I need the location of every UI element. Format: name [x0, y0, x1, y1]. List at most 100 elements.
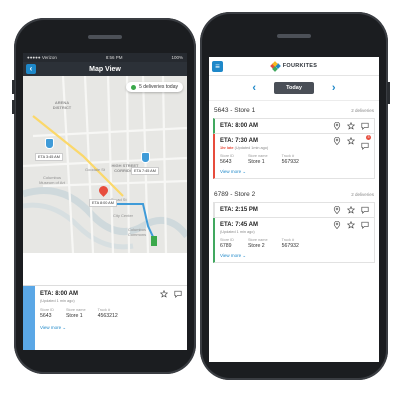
field-value: Store 1: [247, 159, 265, 165]
message-icon[interactable]: [361, 206, 369, 214]
view-more-link[interactable]: View more ⌄: [220, 253, 369, 259]
brand-name: FOURKITES: [282, 63, 318, 69]
message-icon[interactable]: [174, 290, 182, 298]
today-button[interactable]: Today: [274, 82, 314, 94]
card-fields: Store ID 5643 Store name Store 1 Truck #45…: [40, 308, 182, 319]
fourkites-logo-icon: [269, 60, 281, 72]
field-value: 5643: [40, 313, 52, 319]
view-more-link[interactable]: View more ⌄: [220, 169, 369, 175]
star-icon[interactable]: [347, 221, 355, 229]
field-label: Truck #: [97, 308, 111, 312]
field-value: 4563212: [97, 313, 118, 319]
field-label: Store ID: [220, 238, 234, 242]
app-header: ≡ FOURKITES: [209, 57, 379, 76]
chevron-left-icon[interactable]: ‹: [252, 82, 256, 94]
field-label: Store name: [247, 154, 268, 158]
truck-marker-icon[interactable]: [45, 138, 54, 149]
late-label: 1hr late: [220, 146, 234, 150]
date-selector: ‹ Today ›: [209, 76, 379, 101]
page-title: Map View: [89, 65, 121, 73]
field-label: Store name: [65, 308, 86, 312]
message-icon[interactable]: [361, 221, 369, 229]
map-poi-label: City Center: [113, 213, 134, 218]
truck-marker-icon[interactable]: [141, 152, 150, 163]
message-icon[interactable]: [361, 122, 369, 130]
eta-label: ETA: 7:30 AM: [220, 138, 259, 144]
eta-label: ETA: 2:15 PM: [220, 207, 258, 213]
map-screen: ●●●●● Verizon 8:56 PM 100% ‹ Map View 5 …: [23, 53, 187, 350]
stop-actions: 3: [333, 135, 371, 150]
phone-right: ≡ FOURKITES ‹ Today › 5643 - Store 1 2 d…: [200, 12, 390, 380]
speaker: [277, 34, 311, 38]
power-button: [387, 82, 390, 104]
chevron-left-icon: ‹: [29, 64, 33, 73]
delivery-stop[interactable]: ETA: 8:00 AM: [213, 118, 375, 134]
store-header: 5643 - Store 1 2 deliveries: [209, 107, 379, 114]
back-button[interactable]: ‹: [26, 64, 36, 74]
map-canvas[interactable]: 5 deliveries today ARENA DISTRICT HIGH S…: [23, 76, 187, 253]
eta-tag: ETA 8:00 AM: [89, 199, 117, 207]
star-icon[interactable]: [160, 290, 168, 298]
field-truck: Truck #567932: [282, 154, 299, 165]
star-icon[interactable]: [347, 137, 355, 145]
star-icon[interactable]: [347, 122, 355, 130]
menu-button[interactable]: ≡: [212, 61, 223, 72]
delivery-stop[interactable]: ETA: 2:15 PM: [213, 202, 375, 218]
battery-label: 100%: [171, 55, 183, 60]
late-note: (Updated 1min ago): [234, 146, 269, 150]
stop-actions: [333, 122, 369, 130]
volume-button: [12, 100, 15, 114]
field-truck: Truck #4563212: [98, 308, 118, 319]
field-store-id: Store ID 5643: [40, 308, 54, 319]
store-stops: ETA: 2:15 PM ETA: 7:45 AM (Updated 1 min…: [209, 202, 379, 263]
field-label: Truck #: [281, 154, 295, 158]
field-label: Store ID: [220, 154, 234, 158]
view-more-link[interactable]: View more ⌄: [40, 325, 182, 331]
deliveries-screen: ≡ FOURKITES ‹ Today › 5643 - Store 1 2 d…: [209, 57, 379, 362]
store-header: 6789 - Store 2 2 deliveries: [209, 191, 379, 198]
field-value: Store 2: [247, 243, 265, 249]
location-pin-icon[interactable]: [333, 206, 341, 214]
stop-fields: Store ID 5643 Store name Store 1 Truck #56…: [220, 154, 369, 165]
eta-label: ETA: 8:00 AM: [40, 291, 79, 297]
phone-left: ●●●●● Verizon 8:56 PM 100% ‹ Map View 5 …: [12, 18, 196, 374]
message-icon: [361, 142, 369, 150]
volume-button: [12, 80, 15, 94]
stop-fields: Store ID 6789 Store name Store 2 Truck #56…: [220, 238, 369, 249]
location-pin-icon[interactable]: [333, 221, 341, 229]
star-icon[interactable]: [347, 206, 355, 214]
speaker: [88, 35, 122, 39]
field-label: Store ID: [40, 308, 54, 312]
stop-actions: [333, 206, 369, 214]
brand-logo: FOURKITES: [269, 60, 318, 72]
field-value: Store 1: [65, 313, 83, 319]
carrier-label: ●●●●● Verizon: [27, 55, 57, 60]
eta-row: ETA: 8:00 AM: [220, 122, 369, 130]
card-body: ETA: 8:00 AM (Updated 1 min ago) Store I…: [35, 286, 187, 350]
chevron-right-icon[interactable]: ›: [332, 82, 336, 94]
card-actions: [160, 290, 182, 298]
field-store-id: Store ID 6789: [220, 238, 234, 249]
message-with-badge[interactable]: 3: [361, 135, 371, 150]
stop-actions: [333, 221, 369, 229]
delivery-card[interactable]: ETA: 8:00 AM (Updated 1 min ago) Store I…: [23, 285, 187, 350]
field-store-name: Store name Store 2: [248, 238, 268, 249]
field-store-name: Store name Store 1: [66, 308, 86, 319]
field-label: Truck #: [281, 238, 295, 242]
map-header: ‹ Map View: [23, 62, 187, 76]
map-poi-label: Columbus Commons: [127, 227, 147, 237]
field-store-id: Store ID 5643: [220, 154, 234, 165]
eta-row: ETA: 7:45 AM: [220, 221, 369, 229]
eta-tag: ETA 3:45 AM: [35, 153, 63, 161]
card-edge: [23, 286, 35, 350]
delivery-stop[interactable]: ETA: 7:30 AM 3 1hr late (Updated 1min ag…: [213, 134, 375, 179]
location-pin-icon[interactable]: [333, 137, 341, 145]
delivery-count: 2 deliveries: [351, 108, 374, 113]
deliveries-pill[interactable]: 5 deliveries today: [126, 82, 183, 92]
field-value: 6789: [220, 243, 232, 249]
location-pin-icon[interactable]: [333, 122, 341, 130]
status-bar: ●●●●● Verizon 8:56 PM 100%: [23, 53, 187, 62]
delivery-stop[interactable]: ETA: 7:45 AM (Updated 1 min ago) Store I…: [213, 218, 375, 263]
field-truck: Truck #567932: [282, 238, 299, 249]
field-label: Store name: [247, 238, 268, 242]
